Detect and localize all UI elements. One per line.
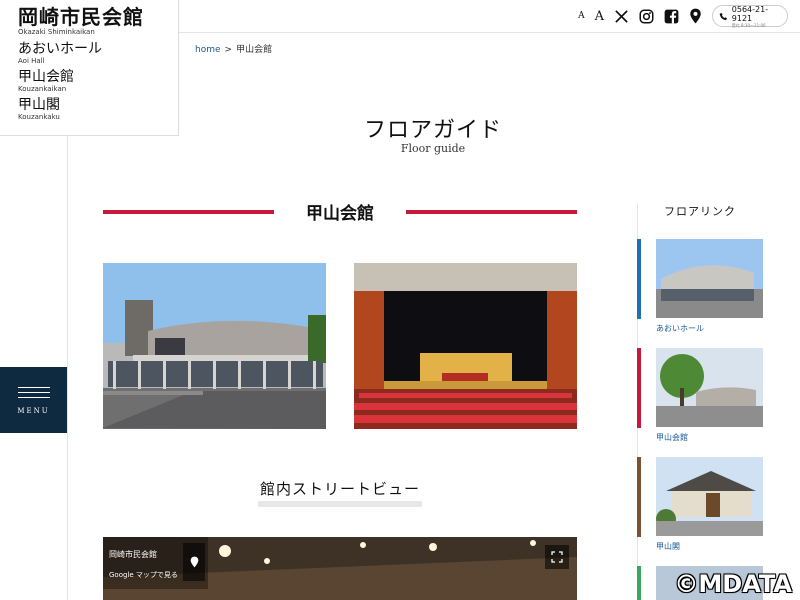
site-logo-romaji: Okazaki Shiminkaikan <box>18 28 95 36</box>
map-pin-icon[interactable] <box>689 8 702 24</box>
fullscreen-icon <box>551 551 563 563</box>
rail-link-aoi[interactable]: あおいホール <box>656 323 704 334</box>
hall-link-romaji: Aoi Hall <box>18 57 45 65</box>
phone-button[interactable]: 0564-21-9121 受付 8:30～21:00 <box>712 4 788 28</box>
hall-link-label: 甲山会館 <box>18 69 74 85</box>
font-size-small-button[interactable]: A <box>578 11 585 21</box>
streetview-title: 館内ストリートビュー <box>258 478 423 507</box>
streetview-pin-button[interactable] <box>183 543 205 581</box>
phone-number: 0564-21-9121 <box>731 4 769 23</box>
rail-accent-bar <box>637 457 641 537</box>
hamburger-icon-bar <box>17 387 50 388</box>
hall-link-kouzankaikan[interactable]: 甲山会館 Kouzankaikan <box>18 69 178 94</box>
header-divider <box>179 32 800 33</box>
font-size-large-button[interactable]: A <box>595 9 604 24</box>
x-twitter-icon[interactable] <box>614 9 629 24</box>
breadcrumb-separator: > <box>224 45 233 55</box>
rail-link-kouzankaikan[interactable]: 甲山会館 <box>656 432 688 443</box>
left-divider <box>67 136 68 600</box>
menu-label: MENU <box>17 407 50 415</box>
section-rule-right <box>406 210 577 214</box>
rail-link-kouzankaku[interactable]: 甲山閣 <box>656 541 680 552</box>
hall-link-kouzankaku[interactable]: 甲山閣 Kouzankaku <box>18 97 178 122</box>
copyright-watermark: ©MDATA <box>674 570 792 598</box>
building-exterior-photo <box>103 263 326 429</box>
stage-photo <box>354 263 577 429</box>
page-subtitle: Floor guide <box>400 142 466 155</box>
breadcrumb: home > 甲山会館 <box>195 42 272 55</box>
breadcrumb-current: 甲山会館 <box>236 45 273 55</box>
rail-accent-bar <box>637 348 641 428</box>
rail-accent-bar <box>637 239 641 319</box>
phone-icon <box>719 12 728 20</box>
pin-icon <box>190 556 198 568</box>
hall-link-romaji: Kouzankaku <box>18 113 60 121</box>
rail-thumb-kouzankaikan[interactable] <box>656 348 763 427</box>
header-tools: A A 0564-21-9121 受付 8:30～21:00 <box>568 4 788 28</box>
hamburger-icon-bar <box>17 397 50 398</box>
breadcrumb-home-link[interactable]: home <box>195 45 221 55</box>
hall-link-label: あおいホール <box>18 41 102 57</box>
phone-hours: 受付 8:30～21:00 <box>731 22 766 28</box>
rail-thumb-kouzankaku[interactable] <box>656 457 763 536</box>
hall-link-aoi[interactable]: あおいホール Aoi Hall <box>18 41 178 66</box>
hamburger-icon-bar <box>17 392 50 393</box>
site-nav-box: 岡崎市民会館 Okazaki Shiminkaikan あおいホール Aoi H… <box>0 0 179 136</box>
section-title: 甲山会館 <box>306 204 374 224</box>
site-logo[interactable]: 岡崎市民会館 <box>18 6 178 28</box>
instagram-icon[interactable] <box>639 9 654 24</box>
streetview-map-link[interactable]: Google マップで見る <box>109 570 178 580</box>
streetview-place-name: 岡崎市民会館 <box>109 550 157 559</box>
hall-link-label: 甲山閣 <box>18 97 60 113</box>
menu-button[interactable]: MENU <box>0 367 67 433</box>
rail-accent-bar <box>637 566 641 600</box>
facebook-icon[interactable] <box>664 9 679 24</box>
rail-title: フロアリンク <box>664 205 736 218</box>
hall-link-romaji: Kouzankaikan <box>18 85 67 93</box>
section-rule-left <box>103 210 274 214</box>
rail-thumb-aoi[interactable] <box>656 239 763 318</box>
streetview-embed[interactable]: 岡崎市民会館 Google マップで見る <box>103 537 577 600</box>
fullscreen-button[interactable] <box>545 545 569 569</box>
